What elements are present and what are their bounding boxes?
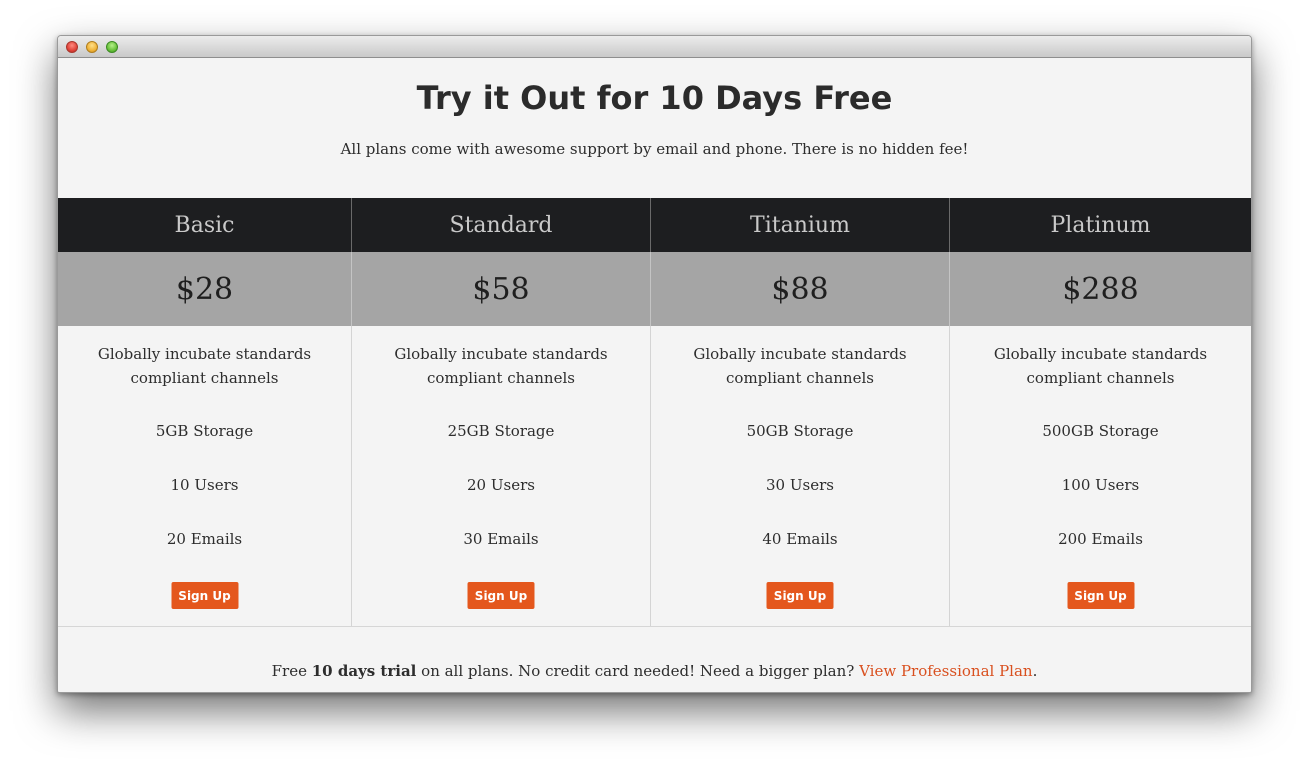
trial-note-prefix: Free [271, 662, 312, 680]
plan-emails: 200 Emails [1058, 530, 1143, 548]
plan-storage: 25GB Storage [447, 422, 555, 440]
plan-storage: 50GB Storage [746, 422, 854, 440]
professional-plan-link[interactable]: View Professional Plan [859, 662, 1032, 680]
plan-column-standard: Standard $58 Globally incubate standards… [352, 198, 651, 626]
plan-description: Globally incubate standards compliant ch… [394, 345, 608, 387]
plan-name: Platinum [950, 198, 1251, 252]
sign-up-button-titanium[interactable]: Sign Up [766, 582, 834, 609]
plan-column-titanium: Titanium $88 Globally incubate standards… [651, 198, 950, 626]
trial-note: Free 10 days trial on all plans. No cred… [58, 662, 1251, 680]
plan-column-basic: Basic $28 Globally incubate standards co… [58, 198, 352, 626]
plan-name: Titanium [651, 198, 950, 252]
plan-description: Globally incubate standards compliant ch… [693, 345, 907, 387]
trial-note-middle: on all plans. No credit card needed! Nee… [416, 662, 860, 680]
plan-emails: 40 Emails [762, 530, 838, 548]
page-subtitle: All plans come with awesome support by e… [340, 140, 969, 158]
plan-price: $58 [352, 252, 651, 326]
plan-description: Globally incubate standards compliant ch… [97, 345, 312, 387]
plan-description: Globally incubate standards compliant ch… [993, 345, 1208, 387]
close-window-icon[interactable] [66, 41, 78, 53]
sign-up-button-basic[interactable]: Sign Up [171, 582, 238, 609]
trial-note-suffix: . [1032, 662, 1038, 680]
minimize-window-icon[interactable] [86, 41, 98, 53]
sign-up-button-standard[interactable]: Sign Up [467, 582, 535, 609]
plan-name: Standard [352, 198, 651, 252]
plan-users: 100 Users [1061, 476, 1140, 494]
page-title: Try it Out for 10 Days Free [416, 79, 893, 117]
plan-emails: 30 Emails [463, 530, 539, 548]
pricing-page: Try it Out for 10 Days Free All plans co… [58, 58, 1251, 692]
plan-price: $28 [58, 252, 352, 326]
plan-column-platinum: Platinum $288 Globally incubate standard… [950, 198, 1251, 626]
plan-storage: 5GB Storage [155, 422, 254, 440]
browser-window: Try it Out for 10 Days Free All plans co… [57, 35, 1252, 693]
plan-name: Basic [58, 198, 352, 252]
zoom-window-icon[interactable] [106, 41, 118, 53]
plan-price: $288 [950, 252, 1251, 326]
plan-storage: 500GB Storage [1042, 422, 1159, 440]
plan-emails: 20 Emails [166, 530, 243, 548]
plan-users: 20 Users [467, 476, 535, 494]
window-titlebar [58, 36, 1251, 58]
plan-price: $88 [651, 252, 950, 326]
pricing-table: Basic $28 Globally incubate standards co… [58, 198, 1251, 627]
plan-users: 30 Users [766, 476, 834, 494]
trial-note-highlight: 10 days trial [311, 662, 417, 680]
sign-up-button-platinum[interactable]: Sign Up [1067, 582, 1134, 609]
plan-users: 10 Users [170, 476, 239, 494]
